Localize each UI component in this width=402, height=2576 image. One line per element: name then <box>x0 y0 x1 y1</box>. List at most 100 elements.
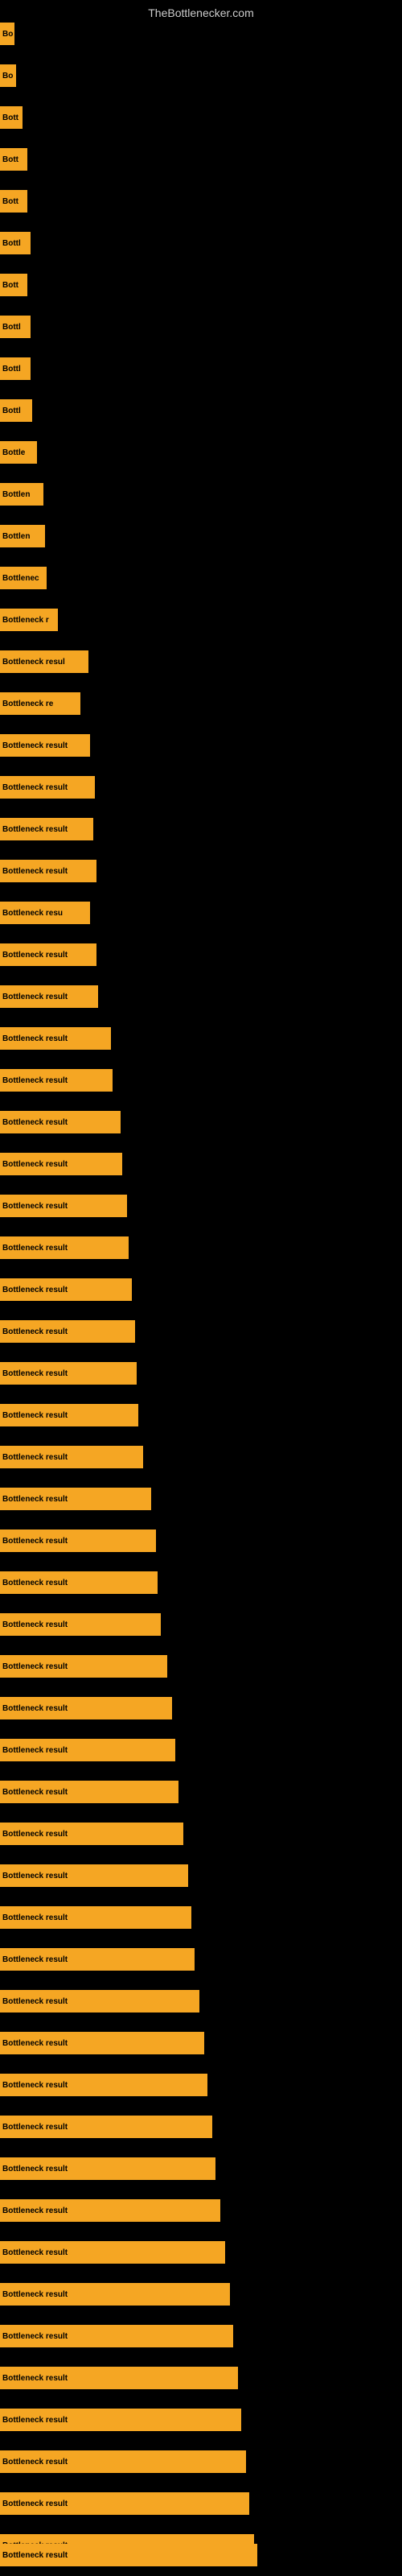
bar-label: Bottleneck result <box>2 1537 68 1546</box>
bar-item: Bottl <box>0 232 31 254</box>
bar-label: Bottleneck result <box>2 1997 68 2006</box>
bar-item: Bottleneck result <box>0 1153 122 1175</box>
bar-item: Bottleneck result <box>0 2544 257 2566</box>
bar-item: Bottleneck result <box>0 2074 207 2096</box>
bar-item: Bottleneck resu <box>0 902 90 924</box>
bar-item: Bottleneck result <box>0 776 95 799</box>
bar-label: Bottleneck result <box>2 1830 68 1839</box>
bar-label: Bottleneck result <box>2 2039 68 2048</box>
bar-item: Bott <box>0 190 27 213</box>
bar-label: Bottleneck result <box>2 741 68 750</box>
bar-item: Bottleneck result <box>0 1404 138 1426</box>
bar-item: Bottleneck result <box>0 2409 241 2431</box>
bar-item: Bottleneck result <box>0 2032 204 2054</box>
bar-label: Bottleneck result <box>2 2332 68 2341</box>
bar-label: Bottleneck result <box>2 1495 68 1504</box>
bar-item: Bottlenec <box>0 567 47 589</box>
bar-label: Bottleneck resu <box>2 909 63 918</box>
bar-item: Bott <box>0 106 23 129</box>
bar-label: Bottleneck result <box>2 1913 68 1922</box>
bar-label: Bottleneck result <box>2 1620 68 1629</box>
bar-item: Bottleneck result <box>0 1236 129 1259</box>
bar-item: Bottleneck result <box>0 2241 225 2264</box>
bar-label: Bottleneck result <box>2 2551 68 2560</box>
bar-item: Bottleneck result <box>0 1362 137 1385</box>
bar-label: Bottleneck result <box>2 2500 68 2508</box>
bar-item: Bottleneck result <box>0 2283 230 2306</box>
bar-label: Bottleneck result <box>2 1579 68 1587</box>
bar-label: Bottleneck re <box>2 700 53 708</box>
bar-label: Bottleneck result <box>2 1286 68 1294</box>
bar-label: Bottleneck result <box>2 2165 68 2174</box>
bar-item: Bottleneck result <box>0 985 98 1008</box>
bar-label: Bottleneck result <box>2 1955 68 1964</box>
bar-label: Bottleneck result <box>2 1746 68 1755</box>
bar-label: Bottle <box>2 448 25 457</box>
bar-item: Bottleneck result <box>0 1655 167 1678</box>
bar-item: Bottleneck result <box>0 2367 238 2389</box>
bar-label: Bottleneck result <box>2 993 68 1001</box>
bar-item: Bottleneck result <box>0 1864 188 1887</box>
bar-item: Bottleneck result <box>0 2325 233 2347</box>
bar-label: Bottleneck result <box>2 2458 68 2467</box>
bar-item: Bottl <box>0 357 31 380</box>
bar-item: Bottleneck result <box>0 1571 158 1594</box>
bar-item: Bottleneck result <box>0 1320 135 1343</box>
bar-item: Bottlen <box>0 525 45 547</box>
bar-item: Bottleneck result <box>0 1530 156 1552</box>
bar-item: Bottleneck result <box>0 2450 246 2473</box>
site-title: TheBottlenecker.com <box>0 0 402 23</box>
bar-label: Bottleneck result <box>2 2207 68 2215</box>
bar-label: Bottleneck r <box>2 616 49 625</box>
bar-item: Bottleneck result <box>0 1111 121 1133</box>
bar-label: Bottl <box>2 407 21 415</box>
bar-item: Bottleneck r <box>0 609 58 631</box>
bar-label: Bottleneck result <box>2 951 68 960</box>
bar-item: Bo <box>0 23 14 45</box>
bar-item: Bottleneck result <box>0 1195 127 1217</box>
bar-item: Bottleneck result <box>0 2116 212 2138</box>
bar-item: Bottleneck result <box>0 2199 220 2222</box>
bar-label: Bottlen <box>2 490 30 499</box>
bar-item: Bo <box>0 64 16 87</box>
bar-label: Bottl <box>2 323 21 332</box>
bar-label: Bottleneck result <box>2 1118 68 1127</box>
bar-label: Bottlenec <box>2 574 39 583</box>
bar-item: Bottleneck result <box>0 2492 249 2515</box>
bar-item: Bottlen <box>0 483 43 506</box>
bar-label: Bott <box>2 197 18 206</box>
bar-item: Bottleneck result <box>0 1488 151 1510</box>
bar-item: Bottleneck result <box>0 1823 183 1845</box>
bar-item: Bottleneck result <box>0 1781 178 1803</box>
bar-item: Bottleneck result <box>0 1990 199 2013</box>
bar-label: Bottl <box>2 365 21 374</box>
bar-label: Bottleneck result <box>2 1244 68 1253</box>
bar-label: Bottleneck result <box>2 2123 68 2132</box>
bar-label: Bottleneck result <box>2 2374 68 2383</box>
bar-item: Bottleneck result <box>0 860 96 882</box>
bar-item: Bottleneck result <box>0 1027 111 1050</box>
bar-item: Bottle <box>0 441 37 464</box>
bar-item: Bottleneck result <box>0 1446 143 1468</box>
bar-item: Bottleneck re <box>0 692 80 715</box>
bar-item: Bottl <box>0 399 32 422</box>
bar-label: Bottleneck result <box>2 1369 68 1378</box>
bar-label: Bott <box>2 114 18 122</box>
bar-label: Bottleneck result <box>2 1872 68 1880</box>
bar-item: Bottleneck result <box>0 1278 132 1301</box>
bar-label: Bottleneck result <box>2 1662 68 1671</box>
bar-item: Bottleneck result <box>0 818 93 840</box>
bar-label: Bottleneck result <box>2 825 68 834</box>
bar-label: Bo <box>2 72 13 80</box>
bar-item: Bottleneck result <box>0 1069 113 1092</box>
bar-item: Bottl <box>0 316 31 338</box>
bar-item: Bottleneck result <box>0 1697 172 1719</box>
bar-item: Bottleneck result <box>0 1948 195 1971</box>
bar-label: Bottleneck result <box>2 2248 68 2257</box>
bar-item: Bottleneck result <box>0 2157 215 2180</box>
bar-item: Bottleneck result <box>0 1906 191 1929</box>
bar-label: Bottleneck result <box>2 783 68 792</box>
bar-item: Bottleneck result <box>0 1739 175 1761</box>
bar-item: Bott <box>0 148 27 171</box>
bar-label: Bottleneck result <box>2 1160 68 1169</box>
